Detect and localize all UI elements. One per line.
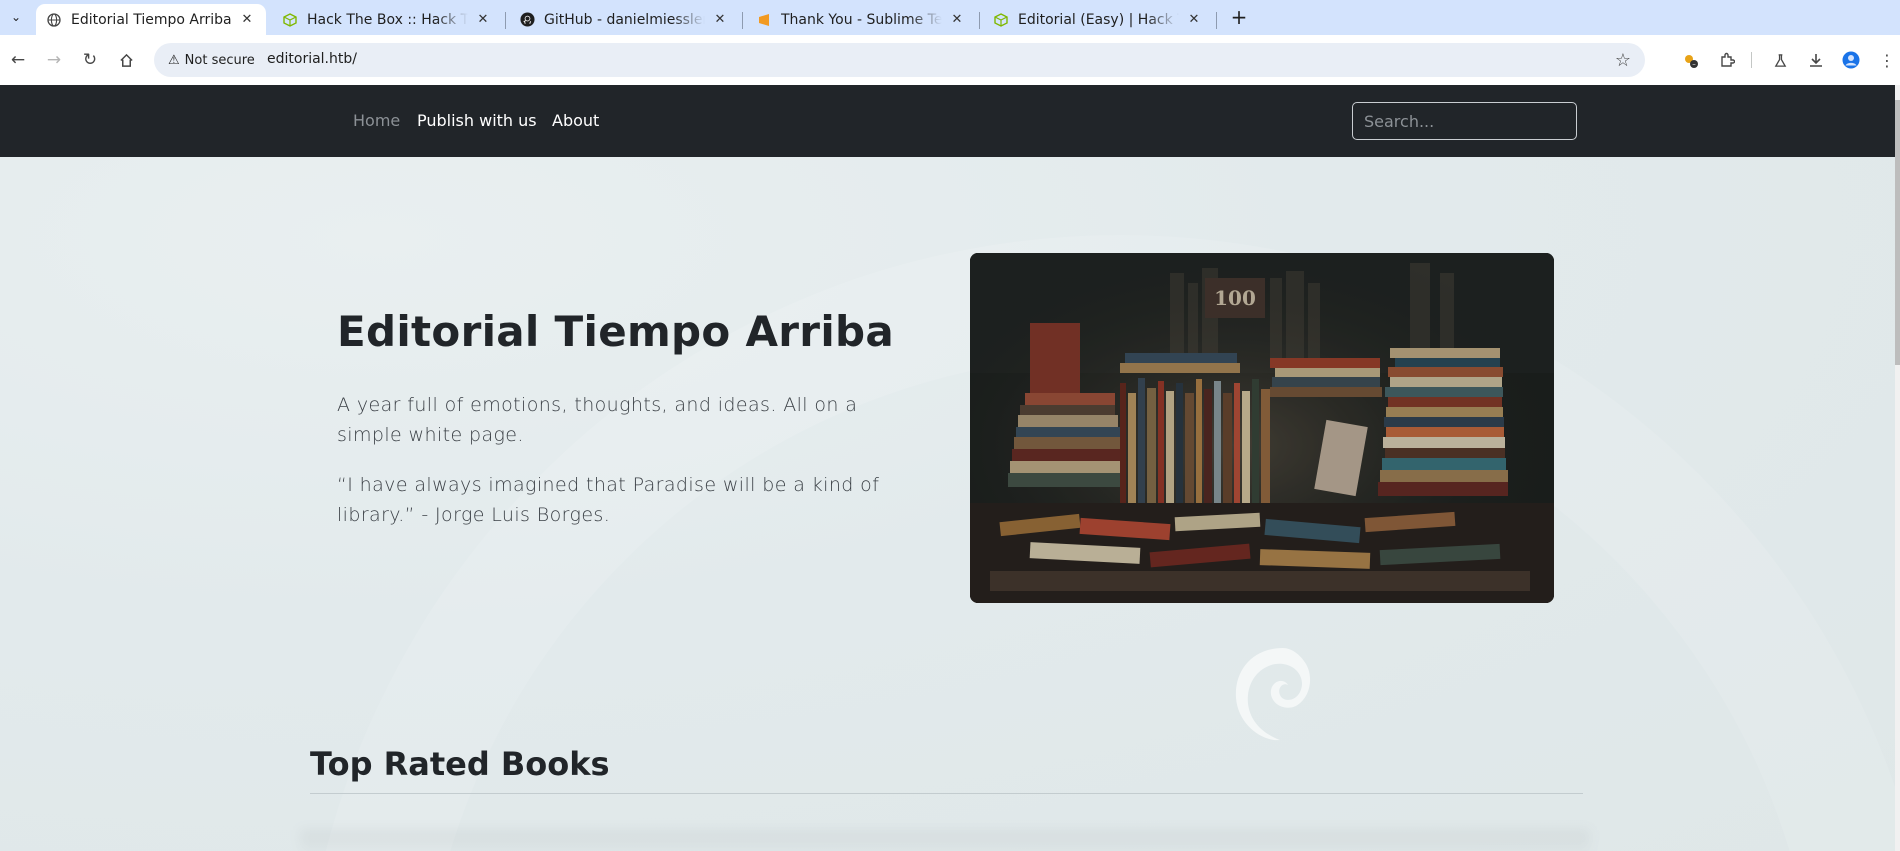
- browser-toolbar: ← → ↻ ⚠ Not secure editorial.htb/ ☆ – ⋮: [0, 35, 1900, 85]
- download-icon[interactable]: [1805, 49, 1827, 71]
- tab-github[interactable]: GitHub - danielmiessler/S ✕: [509, 4, 739, 35]
- extensions-puzzle-icon[interactable]: [1716, 49, 1738, 71]
- hero-tagline: A year full of emotions, thoughts, and i…: [337, 394, 858, 446]
- tab-sublime[interactable]: Thank You - Sublime Text ✕: [746, 4, 976, 35]
- search-input[interactable]: [1352, 102, 1577, 140]
- tab-divider: [742, 12, 743, 29]
- tab-editorial[interactable]: Editorial Tiempo Arriba ✕: [36, 4, 266, 35]
- hero-quote: “I have always imagined that Paradise wi…: [337, 474, 880, 526]
- tab-strip: ⌄ Editorial Tiempo Arriba ✕ Hack The Box…: [0, 0, 1900, 35]
- section-title-top-rated: Top Rated Books: [310, 745, 610, 783]
- debian-swirl-icon: [1228, 640, 1318, 750]
- nav-publish[interactable]: Publish with us: [417, 111, 537, 130]
- toolbar-divider: [1751, 52, 1752, 68]
- address-bar[interactable]: ⚠ Not secure editorial.htb/ ☆: [154, 43, 1645, 77]
- reload-icon[interactable]: ↻: [79, 49, 101, 71]
- bookmark-star-icon[interactable]: ☆: [1615, 50, 1631, 71]
- web-page: Home Publish with us About Editorial Tie…: [0, 85, 1900, 851]
- warning-triangle-icon: ⚠: [168, 52, 180, 68]
- tab-divider: [979, 12, 980, 29]
- tab-divider: [505, 12, 506, 29]
- close-icon[interactable]: ✕: [711, 11, 729, 29]
- hero-title: Editorial Tiempo Arriba: [337, 307, 895, 356]
- htb-cube-icon: [282, 12, 298, 28]
- back-arrow-icon[interactable]: ←: [7, 49, 29, 71]
- section-divider: [310, 793, 1583, 794]
- tab-title: Hack The Box :: Hack The: [307, 11, 468, 28]
- home-icon[interactable]: [115, 49, 137, 71]
- profile-avatar-icon[interactable]: [1840, 49, 1862, 71]
- close-icon[interactable]: ✕: [238, 11, 256, 29]
- close-icon[interactable]: ✕: [1185, 11, 1203, 29]
- menu-kebab-icon[interactable]: ⋮: [1876, 49, 1898, 71]
- books-hero-image: 100: [970, 253, 1554, 603]
- forward-arrow-icon[interactable]: →: [43, 49, 65, 71]
- close-icon[interactable]: ✕: [474, 11, 492, 29]
- site-navbar: Home Publish with us About: [0, 85, 1895, 157]
- nav-home[interactable]: Home: [353, 111, 400, 130]
- security-label: Not secure: [184, 52, 255, 68]
- close-icon[interactable]: ✕: [948, 11, 966, 29]
- url-text[interactable]: editorial.htb/: [267, 51, 357, 67]
- tab-editorial-writeup[interactable]: Editorial (Easy) | Hack Th ✕: [983, 4, 1213, 35]
- svg-text:–: –: [1692, 61, 1696, 69]
- tab-title: Editorial (Easy) | Hack Th: [1018, 11, 1179, 28]
- htb-cube-icon: [993, 12, 1009, 28]
- tab-search-chevron-icon[interactable]: ⌄: [6, 7, 26, 27]
- tab-hackthebox[interactable]: Hack The Box :: Hack The ✕: [272, 4, 502, 35]
- new-tab-plus-icon[interactable]: +: [1229, 7, 1249, 27]
- tab-title: Thank You - Sublime Text: [781, 11, 942, 28]
- book-cards-shadow: [300, 830, 1590, 851]
- github-icon: [519, 12, 535, 28]
- sublime-icon: [756, 12, 772, 28]
- tab-title: GitHub - danielmiessler/S: [544, 11, 705, 28]
- labs-flask-icon[interactable]: [1769, 49, 1791, 71]
- extension-puzzle-badge-icon[interactable]: –: [1679, 49, 1701, 71]
- globe-icon: [46, 12, 62, 28]
- security-chip[interactable]: ⚠ Not secure: [162, 48, 265, 72]
- nav-about[interactable]: About: [552, 111, 599, 130]
- tab-divider: [1216, 12, 1217, 29]
- tab-title: Editorial Tiempo Arriba: [71, 11, 232, 28]
- scrollbar-thumb[interactable]: [1895, 100, 1900, 365]
